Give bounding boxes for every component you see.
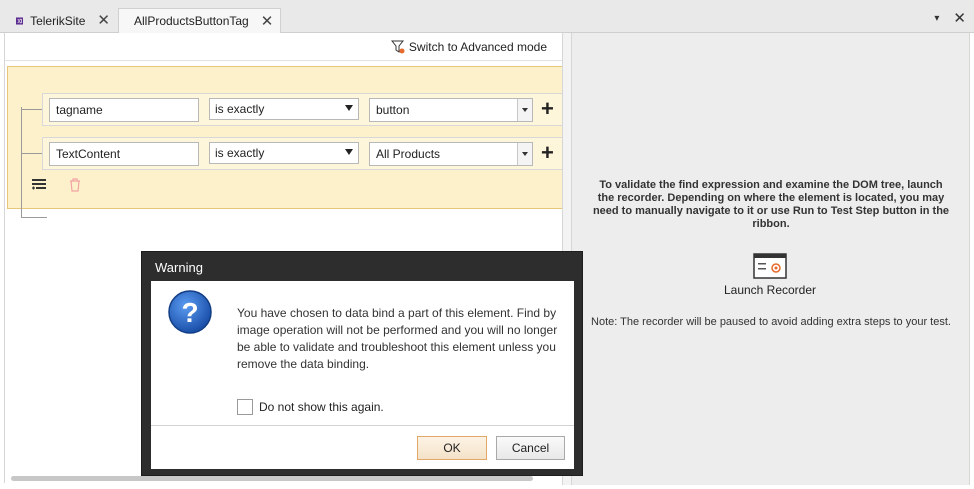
- warning-dialog: Warning ? You have chosen to data bind a…: [141, 251, 583, 476]
- editor-tools: [30, 177, 82, 193]
- ok-button[interactable]: OK: [417, 436, 487, 460]
- validate-instructions: To validate the find expression and exam…: [592, 179, 950, 230]
- attribute-value-combobox[interactable]: All Products: [369, 142, 533, 166]
- dropdown-arrow-icon: [345, 105, 353, 111]
- recorder-icon[interactable]: [753, 253, 787, 279]
- attribute-value: All Products: [376, 147, 441, 161]
- delete-icon[interactable]: [68, 177, 82, 193]
- combo-dropdown-button[interactable]: [517, 99, 532, 121]
- attribute-value-combobox[interactable]: button: [369, 98, 533, 122]
- recorder-note: Note: The recorder will be paused to avo…: [591, 316, 951, 328]
- dropdown-arrow-icon: [345, 149, 353, 155]
- dropdown-menu-icon[interactable]: ▾: [934, 13, 939, 24]
- comparison-operator-select[interactable]: is exactly: [209, 142, 359, 164]
- switch-advanced-mode-button[interactable]: Switch to Advanced mode: [390, 40, 547, 54]
- checkbox-box[interactable]: [237, 399, 253, 415]
- operator-value: is exactly: [215, 102, 265, 116]
- dialog-message: You have chosen to data bind a part of t…: [237, 306, 558, 371]
- tab-teleriksite[interactable]: TelerikSite ✕: [8, 8, 118, 33]
- pane-toolbar: Switch to Advanced mode: [5, 33, 563, 61]
- dialog-body: ? You have chosen to data bind a part of…: [151, 281, 574, 469]
- attribute-name-input[interactable]: tagname: [49, 98, 199, 122]
- combo-dropdown-button[interactable]: [517, 143, 532, 165]
- dont-show-again-checkbox[interactable]: Do not show this again.: [237, 399, 384, 415]
- tree-connector: [21, 217, 47, 218]
- launch-recorder-button[interactable]: Launch Recorder: [722, 283, 818, 298]
- tabbar-controls: ▾ ✕: [934, 9, 966, 27]
- comparison-operator-select[interactable]: is exactly: [209, 98, 359, 120]
- filter-icon: [390, 40, 405, 54]
- tab-allproductsbuttontag[interactable]: AllProductsButtonTag ✕: [118, 8, 281, 33]
- find-expression-editor: tagname is exactly button + TextContent …: [7, 66, 572, 218]
- question-icon: ?: [168, 290, 212, 334]
- close-icon[interactable]: ✕: [261, 14, 274, 29]
- cancel-button[interactable]: Cancel: [496, 436, 565, 460]
- close-window-icon[interactable]: ✕: [953, 9, 966, 27]
- add-condition-icon[interactable]: +: [541, 96, 554, 122]
- find-row: tagname is exactly button +: [42, 93, 572, 126]
- visual-studio-icon: [16, 16, 24, 25]
- add-group-icon[interactable]: [30, 177, 48, 193]
- svg-text:?: ?: [181, 297, 198, 328]
- close-icon[interactable]: ✕: [97, 13, 110, 28]
- find-row: TextContent is exactly All Products +: [42, 137, 572, 170]
- tree-connector: [21, 107, 22, 217]
- attribute-name-input[interactable]: TextContent: [49, 142, 199, 166]
- tab-label: AllProductsButtonTag: [134, 14, 249, 28]
- attribute-value: button: [376, 103, 410, 117]
- recorder-pane: To validate the find expression and exam…: [572, 33, 970, 485]
- checkbox-label: Do not show this again.: [259, 400, 384, 414]
- dialog-title: Warning: [155, 260, 203, 275]
- document-tab-bar: TelerikSite ✕ AllProductsButtonTag ✕ ▾ ✕: [0, 0, 974, 33]
- advanced-mode-label: Switch to Advanced mode: [408, 40, 547, 54]
- add-condition-icon[interactable]: +: [541, 140, 554, 166]
- operator-value: is exactly: [215, 146, 265, 160]
- tab-label: TelerikSite: [30, 13, 86, 28]
- horizontal-scrollbar[interactable]: [11, 476, 533, 481]
- dialog-footer: OK Cancel: [151, 425, 574, 469]
